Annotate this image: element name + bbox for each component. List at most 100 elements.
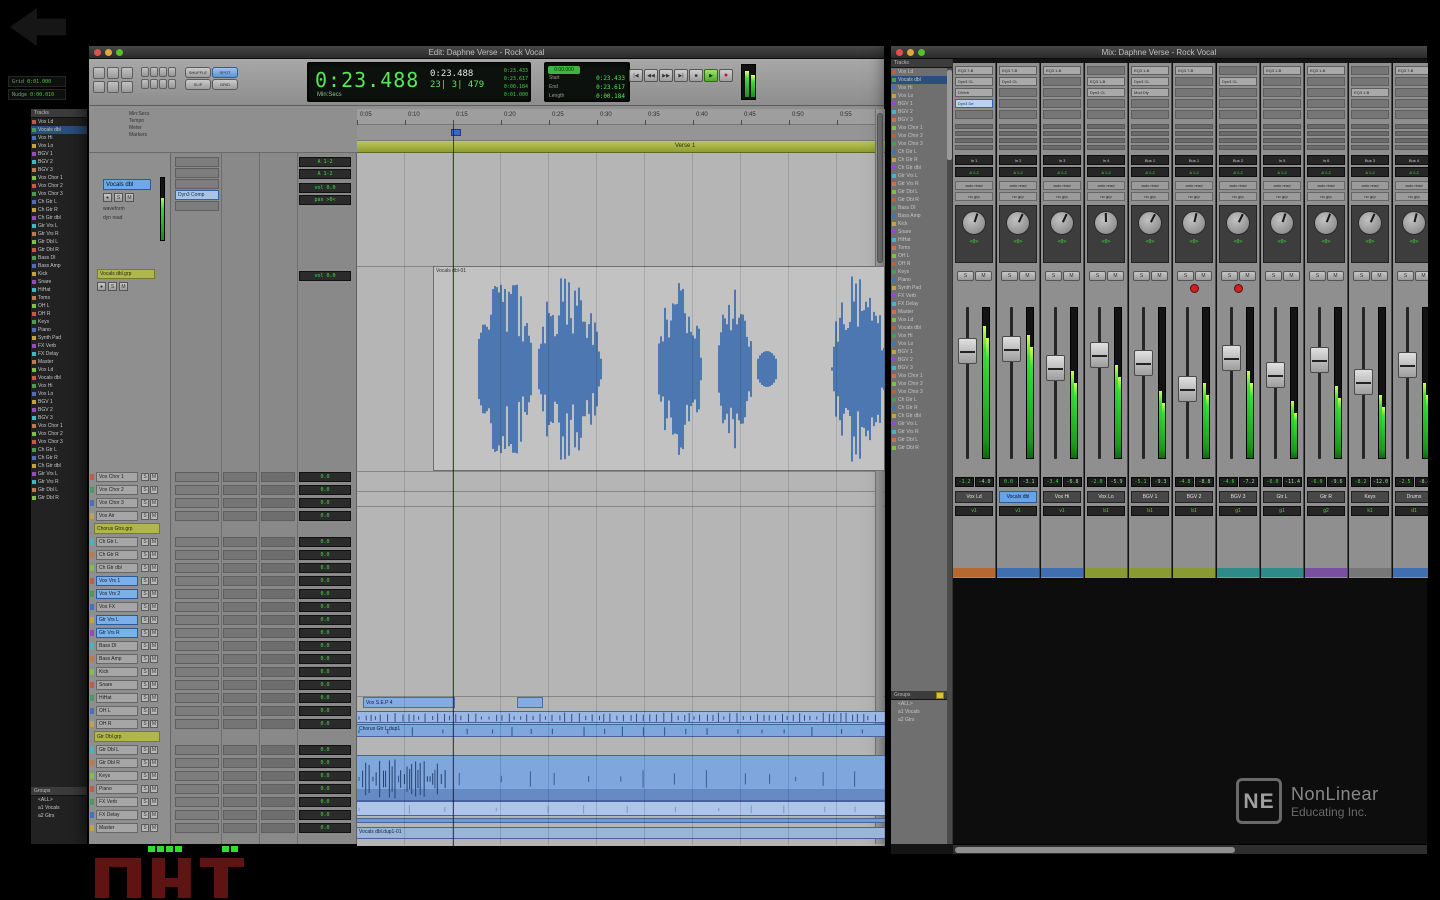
group-assign[interactable]: no grp: [1351, 192, 1389, 201]
mode-button-spot[interactable]: SPOT: [212, 67, 238, 78]
send-slot[interactable]: [1219, 131, 1257, 136]
insert-slot[interactable]: [175, 472, 219, 482]
solo-button[interactable]: S: [108, 282, 117, 291]
io-slot[interactable]: [261, 667, 295, 677]
track-name-tag[interactable]: Gtr L: [1263, 491, 1301, 503]
send-slot[interactable]: [1087, 124, 1125, 129]
track-list-row[interactable]: Vox Chor 1: [891, 372, 952, 380]
fader-handle[interactable]: [1354, 369, 1373, 395]
insert-slot[interactable]: [1043, 88, 1081, 97]
track-list-row[interactable]: Vox Ld: [891, 68, 952, 76]
mode-button-grid[interactable]: GRID: [212, 79, 238, 90]
track-header-row[interactable]: Vox AirSM: [89, 510, 170, 523]
output-path[interactable]: A 1-2: [1351, 167, 1389, 177]
io-slot[interactable]: [261, 511, 295, 521]
track-name-tag[interactable]: BGV 3: [1219, 491, 1257, 503]
track-list-row[interactable]: Gtr Dbl L: [31, 238, 87, 246]
track-header-row[interactable]: Bass AmpSM: [89, 653, 170, 666]
input-path[interactable]: Bus 1: [1131, 155, 1169, 165]
insert-slot[interactable]: [955, 110, 993, 119]
minimize-button[interactable]: [907, 49, 914, 56]
volume-readout[interactable]: -2.5: [1395, 477, 1414, 487]
insert-slot[interactable]: [175, 615, 219, 625]
track-list-row[interactable]: Gtr Vrs L: [891, 172, 952, 180]
solo-button[interactable]: S: [141, 811, 149, 819]
track-list-row[interactable]: FX Verb: [891, 292, 952, 300]
nudge-value-display[interactable]: Nudge 0:00.010: [8, 89, 66, 100]
track-view-label[interactable]: waveform: [103, 206, 125, 212]
send-slot[interactable]: [223, 784, 257, 794]
insert-slot[interactable]: [1351, 66, 1389, 75]
automation-mode-button[interactable]: auto read: [955, 181, 993, 190]
track-list-row[interactable]: Vox Lo: [891, 92, 952, 100]
group-assign[interactable]: no grp: [955, 192, 993, 201]
solo-button[interactable]: S: [141, 551, 149, 559]
edit-tool-button[interactable]: [107, 81, 119, 93]
track-list-row[interactable]: Gtr Vrs L: [31, 222, 87, 230]
mute-button[interactable]: M: [150, 759, 158, 767]
io-slot[interactable]: [261, 693, 295, 703]
insert-slot[interactable]: [175, 719, 219, 729]
send-slot[interactable]: [1043, 131, 1081, 136]
send-slot[interactable]: [1219, 145, 1257, 150]
insert-slot[interactable]: [175, 693, 219, 703]
input-path[interactable]: In 3: [1043, 155, 1081, 165]
io-slot[interactable]: [261, 745, 295, 755]
send-slot[interactable]: [223, 615, 257, 625]
track-list-row[interactable]: BGV 1: [31, 398, 87, 406]
track-list-row[interactable]: Gtr Dbl L: [31, 486, 87, 494]
insert-slot[interactable]: Dyn3 De: [955, 99, 993, 108]
scrollbar-thumb[interactable]: [955, 847, 1235, 853]
send-slot[interactable]: [1307, 131, 1345, 136]
insert-slot[interactable]: [1087, 110, 1125, 119]
pan-knob[interactable]: [1050, 211, 1074, 235]
send-slot[interactable]: [1307, 124, 1345, 129]
send-slot[interactable]: [955, 145, 993, 150]
track-list-row[interactable]: Master: [31, 358, 87, 366]
insert-slot[interactable]: [175, 157, 219, 167]
io-slot[interactable]: [261, 810, 295, 820]
mute-button[interactable]: M: [150, 681, 158, 689]
insert-slot[interactable]: [999, 88, 1037, 97]
insert-slot[interactable]: [175, 201, 219, 211]
fader-handle[interactable]: [1310, 347, 1329, 373]
solo-button[interactable]: S: [141, 538, 149, 546]
vertical-scrollbar[interactable]: [947, 68, 952, 844]
zoom-button[interactable]: [159, 67, 167, 77]
insert-slot[interactable]: EQ3 1-B: [1263, 66, 1301, 75]
send-slot[interactable]: [955, 131, 993, 136]
zoom-button[interactable]: [168, 79, 176, 89]
mute-button[interactable]: M: [125, 193, 134, 202]
insert-slot[interactable]: [175, 589, 219, 599]
track-list-row[interactable]: Kick: [31, 270, 87, 278]
track-list-row[interactable]: Synth Pad: [31, 334, 87, 342]
track-name-chip[interactable]: Piano: [96, 784, 138, 794]
insert-slot[interactable]: Dyn3 CL: [1219, 77, 1257, 86]
automation-mode-button[interactable]: auto read: [1263, 181, 1301, 190]
output-path[interactable]: A 1-2: [1263, 167, 1301, 177]
insert-slot[interactable]: [1219, 66, 1257, 75]
send-slot[interactable]: [223, 641, 257, 651]
solo-button[interactable]: S: [141, 473, 149, 481]
insert-slot[interactable]: [175, 771, 219, 781]
track-list-row[interactable]: Gtr Vrs R: [31, 478, 87, 486]
track-list-row[interactable]: BGV 2: [891, 356, 952, 364]
track-name-chip[interactable]: Vox FX: [96, 602, 138, 612]
mute-button[interactable]: M: [1019, 271, 1036, 281]
solo-button[interactable]: S: [141, 824, 149, 832]
mute-button[interactable]: M: [150, 811, 158, 819]
volume-readout[interactable]: -2.0: [1087, 477, 1106, 487]
insert-slot[interactable]: [1219, 88, 1257, 97]
edit-tool-button[interactable]: [121, 81, 133, 93]
audio-clip-row[interactable]: [357, 801, 885, 816]
track-list-row[interactable]: OH L: [891, 252, 952, 260]
solo-button[interactable]: S: [141, 616, 149, 624]
solo-button[interactable]: S: [114, 193, 123, 202]
mute-button[interactable]: M: [150, 512, 158, 520]
output-path[interactable]: A 1-2: [1175, 167, 1213, 177]
track-name-tag[interactable]: Vox Hi: [1043, 491, 1081, 503]
track-list-row[interactable]: Gtr Vrs L: [31, 470, 87, 478]
mute-button[interactable]: M: [150, 707, 158, 715]
output-path[interactable]: A 1-2: [1087, 167, 1125, 177]
insert-slot[interactable]: [175, 550, 219, 560]
